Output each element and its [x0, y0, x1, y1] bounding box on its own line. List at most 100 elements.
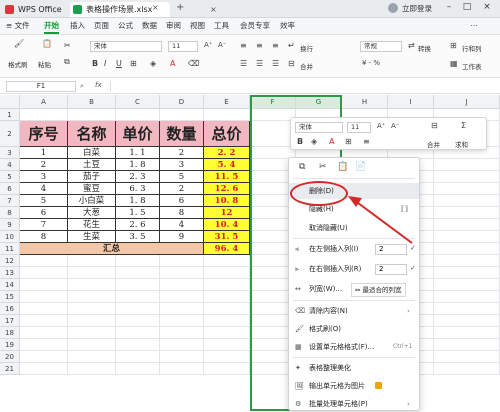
login-link[interactable]: 立即登录 [402, 3, 432, 14]
table-data-cell[interactable]: 蜜豆 [68, 183, 116, 195]
mini-fill-color-icon[interactable]: ◈ [311, 137, 317, 146]
column-header-c[interactable]: C [116, 95, 160, 109]
cell[interactable] [434, 267, 500, 279]
row-header-21[interactable]: 21 [0, 363, 20, 375]
table-data-cell[interactable]: 8 [20, 231, 68, 243]
cell[interactable] [160, 291, 204, 303]
table-data-cell[interactable]: 2 [160, 147, 204, 159]
row-header-3[interactable]: 3 [0, 147, 20, 159]
row-header-9[interactable]: 9 [0, 219, 20, 231]
column-header-a[interactable]: A [20, 95, 68, 109]
table-data-cell[interactable]: 1. 8 [116, 195, 160, 207]
cell[interactable] [160, 315, 204, 327]
ctx-beautify[interactable]: ✦ 表格整理美化 [289, 360, 419, 376]
name-box[interactable]: F1 [6, 81, 76, 92]
eraser-icon[interactable]: ⌫ [188, 59, 199, 68]
font-size-select[interactable]: 11 [168, 41, 198, 52]
table-data-cell[interactable]: 2 [160, 183, 204, 195]
close-tab-icon[interactable]: × [210, 2, 217, 17]
cell[interactable] [20, 351, 68, 363]
cell[interactable] [68, 109, 116, 121]
cell[interactable] [204, 279, 250, 291]
convert-icon[interactable]: ⇄ [408, 41, 415, 50]
zoom-icon[interactable]: ⌕ [80, 82, 84, 91]
wrap-icon[interactable]: ↵ [288, 41, 295, 50]
cell[interactable] [116, 267, 160, 279]
column-header-f[interactable]: F [250, 95, 296, 109]
underline-icon[interactable]: U [116, 59, 122, 68]
cell[interactable] [68, 363, 116, 375]
row-header-16[interactable]: 16 [0, 303, 20, 315]
align-right-icon[interactable]: ☰ [272, 59, 279, 68]
format-painter-label[interactable]: 格式刷 [8, 59, 28, 69]
column-header-d[interactable]: D [160, 95, 204, 109]
mini-bold-icon[interactable]: B [297, 137, 303, 146]
cell[interactable] [116, 327, 160, 339]
mini-align-icon[interactable]: ≡ [363, 137, 370, 146]
cell[interactable] [434, 255, 500, 267]
ctx-format-brush[interactable]: 🖌 格式刷(O) [289, 321, 419, 337]
italic-icon[interactable]: I [104, 59, 106, 68]
cell[interactable] [204, 255, 250, 267]
fill-color-icon[interactable]: ◈ [150, 59, 156, 68]
cell[interactable] [20, 279, 68, 291]
menu-efficiency[interactable]: 效率 [280, 20, 295, 32]
table-data-cell[interactable]: 1. 5 [116, 207, 160, 219]
cell[interactable] [160, 279, 204, 291]
cell[interactable] [434, 195, 500, 207]
cell[interactable] [160, 363, 204, 375]
cell[interactable] [20, 255, 68, 267]
row-header-2[interactable]: 2 [0, 121, 20, 147]
table-data-cell[interactable]: 11. 5 [204, 171, 250, 183]
shrink-font-icon[interactable]: A⁻ [218, 41, 226, 49]
cell[interactable] [116, 255, 160, 267]
cell[interactable] [434, 243, 500, 255]
row-header-15[interactable]: 15 [0, 291, 20, 303]
row-header-20[interactable]: 20 [0, 351, 20, 363]
ctx-export-image[interactable]: 🖼 输出单元格为图片 [289, 378, 419, 394]
cell[interactable] [160, 267, 204, 279]
table-header-cell[interactable]: 序号 [20, 121, 68, 147]
cell[interactable] [116, 291, 160, 303]
merge-icon[interactable]: ⊟ [288, 59, 295, 68]
ctx-clear[interactable]: ⌫ 清除内容(N) › [289, 303, 419, 319]
cell[interactable] [68, 291, 116, 303]
align-center-icon[interactable]: ☰ [256, 59, 263, 68]
bold-icon[interactable]: B [92, 59, 98, 68]
table-data-cell[interactable]: 12. 6 [204, 183, 250, 195]
cell[interactable] [434, 219, 500, 231]
table-data-cell[interactable]: 1 [20, 147, 68, 159]
row-header-1[interactable]: 1 [0, 109, 20, 121]
mini-grow-font-icon[interactable]: A⁺ [377, 122, 385, 130]
menu-file[interactable]: ≡ 文件 [6, 20, 30, 32]
paste-label[interactable]: 粘贴 [38, 59, 51, 69]
close-doc-tab-icon[interactable]: × [152, 3, 159, 12]
table-data-cell[interactable]: 6 [160, 195, 204, 207]
cell[interactable] [160, 339, 204, 351]
table-data-cell[interactable]: 生菜 [68, 231, 116, 243]
cell[interactable] [116, 109, 160, 121]
table-data-cell[interactable]: 大葱 [68, 207, 116, 219]
cell[interactable] [116, 279, 160, 291]
merge-label[interactable]: 合并 [300, 61, 313, 71]
table-data-cell[interactable]: 2. 6 [116, 219, 160, 231]
menu-insert[interactable]: 插入 [70, 20, 85, 32]
cell[interactable] [434, 171, 500, 183]
menu-data[interactable]: 数据 [142, 20, 157, 32]
ctx-paste-special-icon[interactable]: 📄 [355, 162, 366, 172]
cell[interactable] [204, 351, 250, 363]
menu-view[interactable]: 视图 [190, 20, 205, 32]
table-data-cell[interactable]: 3. 5 [116, 231, 160, 243]
table-data-cell[interactable]: 10. 8 [204, 195, 250, 207]
table-data-cell[interactable]: 9 [160, 231, 204, 243]
cell[interactable] [204, 303, 250, 315]
cell[interactable] [160, 327, 204, 339]
ctx-batch[interactable]: ⚙ 批量处理单元格(P) › [289, 396, 419, 412]
table-header-cell[interactable]: 数量 [160, 121, 204, 147]
cell[interactable] [68, 267, 116, 279]
cell[interactable] [20, 339, 68, 351]
table-data-cell[interactable]: 茄子 [68, 171, 116, 183]
column-header-h[interactable]: H [342, 95, 388, 109]
avatar[interactable] [388, 3, 398, 13]
table-data-cell[interactable]: 5 [160, 171, 204, 183]
